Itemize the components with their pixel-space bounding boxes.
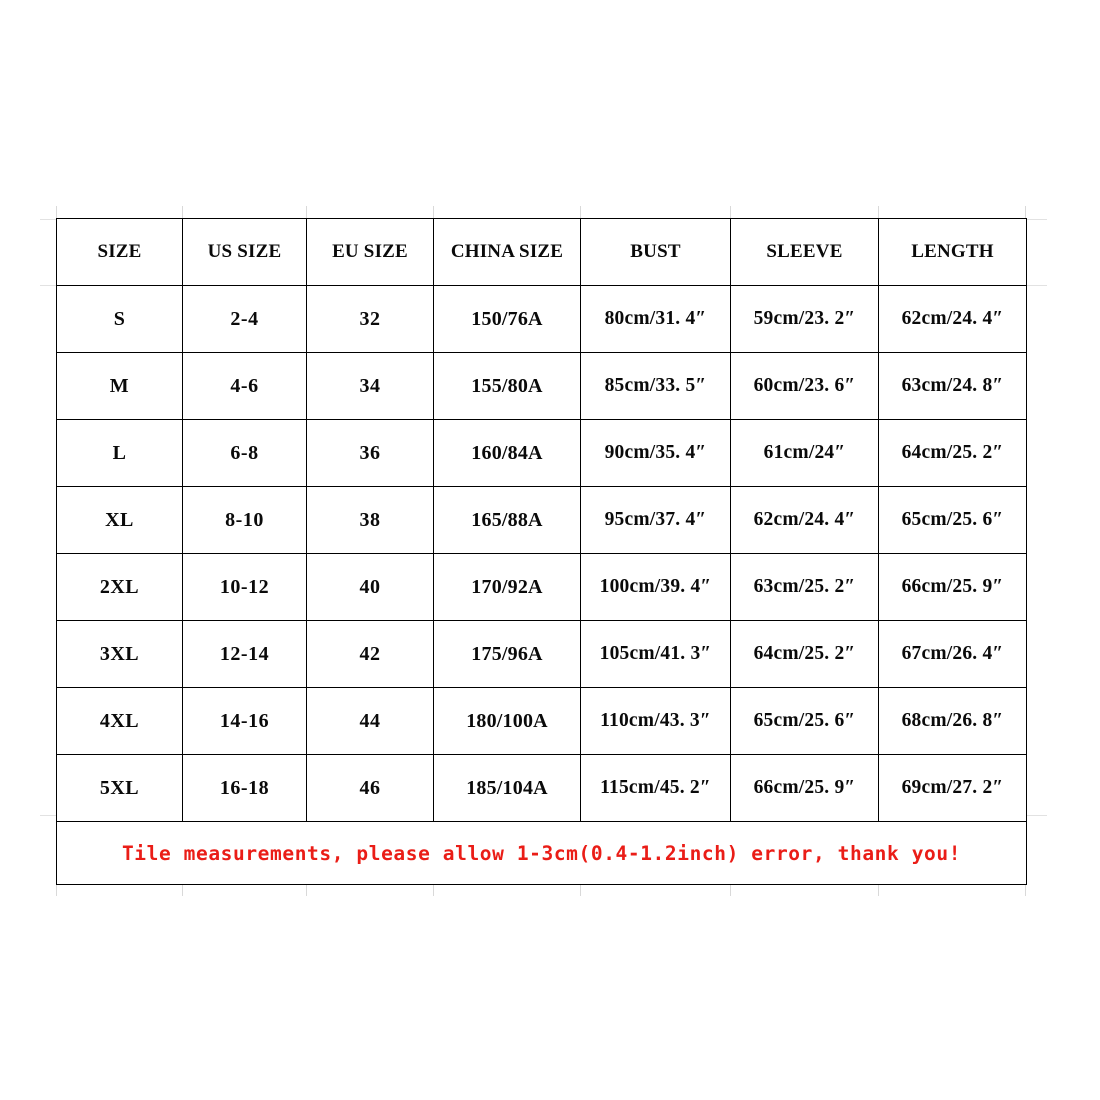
column-header-bust: BUST	[580, 218, 731, 286]
cell-us: 2-4	[182, 285, 307, 353]
column-header-us: US SIZE	[182, 218, 307, 286]
cell-sleeve: 61cm/24″	[730, 419, 879, 487]
cell-sleeve: 65cm/25. 6″	[730, 687, 879, 755]
cell-size: 3XL	[56, 620, 183, 688]
cell-eu: 44	[306, 687, 434, 755]
table-header: SIZE US SIZE EU SIZE CHINA SIZE BUST SLE…	[56, 218, 1027, 286]
cell-sleeve: 63cm/25. 2″	[730, 553, 879, 621]
cell-us: 6-8	[182, 419, 307, 487]
cell-eu: 36	[306, 419, 434, 487]
footer-note: Tile measurements, please allow 1-3cm(0.…	[56, 821, 1027, 885]
gridline-stub	[1025, 219, 1047, 220]
cell-bust: 105cm/41. 3″	[580, 620, 731, 688]
cell-bust: 100cm/39. 4″	[580, 553, 731, 621]
cell-us: 4-6	[182, 352, 307, 420]
cell-size: 4XL	[56, 687, 183, 755]
cell-length: 69cm/27. 2″	[878, 754, 1027, 822]
table-row: 4XL 14-16 44 180/100A 110cm/43. 3″ 65cm/…	[56, 687, 1027, 755]
gridline-stub	[1025, 285, 1047, 286]
table-row: 3XL 12-14 42 175/96A 105cm/41. 3″ 64cm/2…	[56, 620, 1027, 688]
cell-china: 175/96A	[433, 620, 581, 688]
cell-bust: 115cm/45. 2″	[580, 754, 731, 822]
column-header-sleeve: SLEEVE	[730, 218, 879, 286]
cell-us: 16-18	[182, 754, 307, 822]
column-header-length: LENGTH	[878, 218, 1027, 286]
column-header-eu: EU SIZE	[306, 218, 434, 286]
cell-china: 160/84A	[433, 419, 581, 487]
cell-sleeve: 62cm/24. 4″	[730, 486, 879, 554]
cell-eu: 46	[306, 754, 434, 822]
cell-length: 63cm/24. 8″	[878, 352, 1027, 420]
table-row: M 4-6 34 155/80A 85cm/33. 5″ 60cm/23. 6″…	[56, 352, 1027, 420]
cell-bust: 90cm/35. 4″	[580, 419, 731, 487]
cell-china: 155/80A	[433, 352, 581, 420]
column-header-china: CHINA SIZE	[433, 218, 581, 286]
cell-china: 185/104A	[433, 754, 581, 822]
footer-note-row: Tile measurements, please allow 1-3cm(0.…	[56, 821, 1027, 885]
cell-eu: 34	[306, 352, 434, 420]
cell-size: 5XL	[56, 754, 183, 822]
cell-china: 150/76A	[433, 285, 581, 353]
cell-china: 170/92A	[433, 553, 581, 621]
column-header-size: SIZE	[56, 218, 183, 286]
cell-us: 8-10	[182, 486, 307, 554]
cell-eu: 32	[306, 285, 434, 353]
table-body: S 2-4 32 150/76A 80cm/31. 4″ 59cm/23. 2″…	[56, 285, 1027, 885]
table-row: S 2-4 32 150/76A 80cm/31. 4″ 59cm/23. 2″…	[56, 285, 1027, 353]
cell-bust: 80cm/31. 4″	[580, 285, 731, 353]
cell-length: 62cm/24. 4″	[878, 285, 1027, 353]
table-row: L 6-8 36 160/84A 90cm/35. 4″ 61cm/24″ 64…	[56, 419, 1027, 487]
cell-bust: 110cm/43. 3″	[580, 687, 731, 755]
cell-length: 67cm/26. 4″	[878, 620, 1027, 688]
cell-size: L	[56, 419, 183, 487]
cell-length: 65cm/25. 6″	[878, 486, 1027, 554]
cell-size: 2XL	[56, 553, 183, 621]
cell-us: 14-16	[182, 687, 307, 755]
cell-eu: 40	[306, 553, 434, 621]
cell-us: 10-12	[182, 553, 307, 621]
gridline-stub	[1025, 815, 1047, 816]
table-row: 2XL 10-12 40 170/92A 100cm/39. 4″ 63cm/2…	[56, 553, 1027, 621]
cell-us: 12-14	[182, 620, 307, 688]
cell-bust: 95cm/37. 4″	[580, 486, 731, 554]
cell-china: 165/88A	[433, 486, 581, 554]
cell-size: S	[56, 285, 183, 353]
cell-sleeve: 66cm/25. 9″	[730, 754, 879, 822]
size-chart-container: SIZE US SIZE EU SIZE CHINA SIZE BUST SLE…	[56, 218, 1027, 885]
size-chart-table: SIZE US SIZE EU SIZE CHINA SIZE BUST SLE…	[56, 218, 1027, 885]
cell-eu: 38	[306, 486, 434, 554]
table-row: 5XL 16-18 46 185/104A 115cm/45. 2″ 66cm/…	[56, 754, 1027, 822]
cell-bust: 85cm/33. 5″	[580, 352, 731, 420]
table-row: XL 8-10 38 165/88A 95cm/37. 4″ 62cm/24. …	[56, 486, 1027, 554]
header-row: SIZE US SIZE EU SIZE CHINA SIZE BUST SLE…	[56, 218, 1027, 286]
cell-size: XL	[56, 486, 183, 554]
cell-length: 68cm/26. 8″	[878, 687, 1027, 755]
cell-sleeve: 60cm/23. 6″	[730, 352, 879, 420]
cell-size: M	[56, 352, 183, 420]
cell-eu: 42	[306, 620, 434, 688]
cell-china: 180/100A	[433, 687, 581, 755]
cell-length: 64cm/25. 2″	[878, 419, 1027, 487]
cell-sleeve: 64cm/25. 2″	[730, 620, 879, 688]
cell-sleeve: 59cm/23. 2″	[730, 285, 879, 353]
cell-length: 66cm/25. 9″	[878, 553, 1027, 621]
